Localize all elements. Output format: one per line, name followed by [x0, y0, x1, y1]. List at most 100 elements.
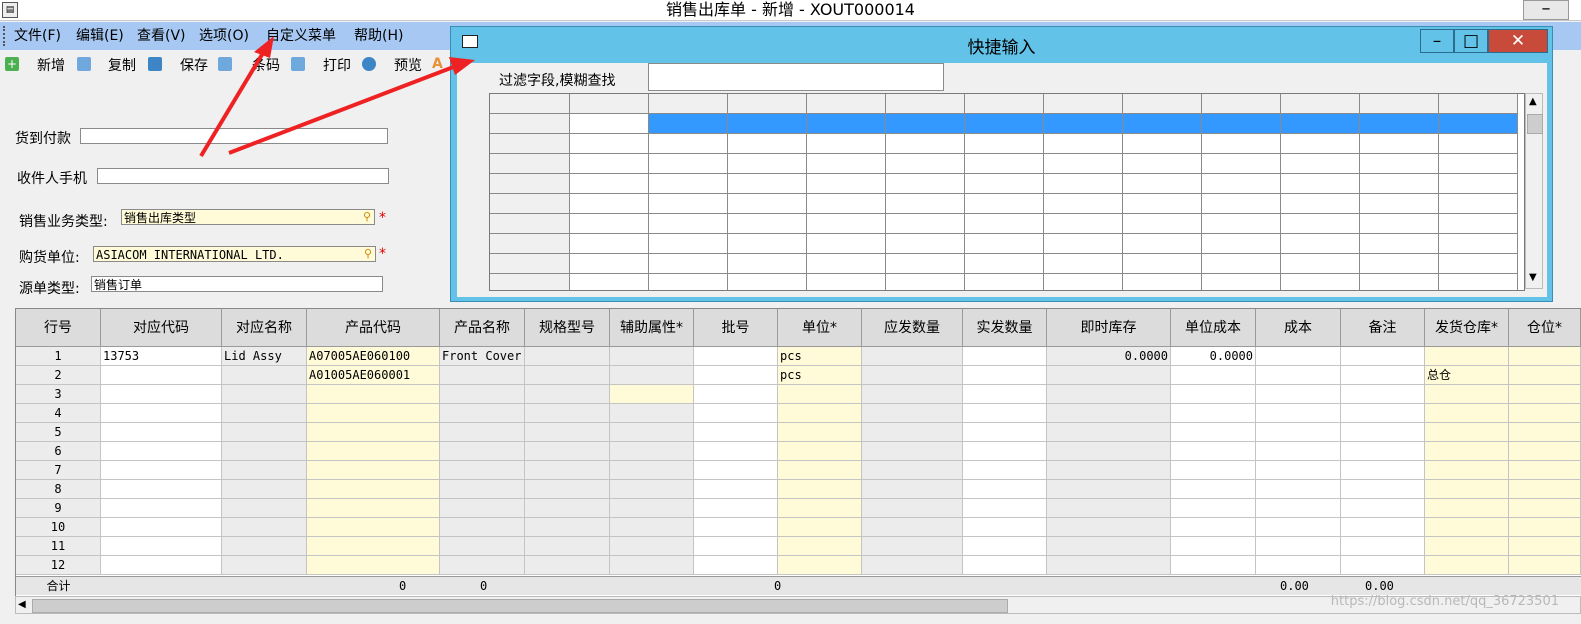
grid-cell[interactable] — [1509, 480, 1581, 499]
grid-cell[interactable] — [101, 423, 222, 442]
lookup-cell[interactable] — [886, 114, 965, 134]
grid-cell[interactable]: 13753 — [101, 347, 222, 366]
grid-header-cell[interactable]: 发货仓库* — [1425, 309, 1509, 347]
grid-cell[interactable] — [1341, 442, 1425, 461]
grid-cell[interactable]: 0.0000 — [1047, 347, 1171, 366]
phone-input[interactable] — [97, 168, 389, 184]
lookup-cell[interactable] — [1281, 234, 1360, 254]
grid-header-cell[interactable]: 产品代码 — [307, 309, 440, 347]
grid-cell[interactable]: A07005AE060100 — [307, 347, 440, 366]
scroll-thumb[interactable] — [32, 599, 1008, 613]
lookup-cell[interactable] — [965, 274, 1044, 290]
grid-header-cell[interactable]: 规格型号 — [525, 309, 610, 347]
grid-cell[interactable] — [1256, 461, 1341, 480]
grid-cell[interactable] — [862, 499, 963, 518]
lookup-row-header[interactable] — [490, 154, 570, 174]
grid-cell[interactable] — [440, 385, 525, 404]
grid-cell[interactable] — [778, 480, 862, 499]
grid-cell[interactable] — [1425, 423, 1509, 442]
lookup-cell[interactable] — [1044, 274, 1123, 290]
lookup-row-header[interactable] — [490, 134, 570, 154]
grid-cell[interactable] — [1256, 499, 1341, 518]
grid-cell[interactable] — [778, 556, 862, 575]
lookup-cell[interactable] — [1202, 254, 1281, 274]
grid-cell[interactable] — [222, 499, 307, 518]
lookup-header-cell[interactable] — [728, 94, 807, 114]
lookup-cell[interactable] — [1439, 254, 1518, 274]
grid-cell[interactable] — [440, 556, 525, 575]
lookup-cell[interactable] — [1044, 234, 1123, 254]
lookup-cell[interactable] — [965, 254, 1044, 274]
grid-header-cell[interactable]: 应发数量 — [862, 309, 963, 347]
grid-cell[interactable] — [525, 461, 610, 480]
grid-cell[interactable] — [101, 556, 222, 575]
grid-cell[interactable] — [1509, 366, 1581, 385]
lookup-cell[interactable] — [1360, 274, 1439, 290]
grid-cell[interactable] — [1509, 499, 1581, 518]
lookup-header-cell[interactable] — [1044, 94, 1123, 114]
grid-cell[interactable] — [440, 537, 525, 556]
grid-cell[interactable]: A01005AE060001 — [307, 366, 440, 385]
lookup-cell[interactable] — [728, 214, 807, 234]
grid-cell[interactable] — [101, 518, 222, 537]
grid-cell[interactable] — [694, 366, 778, 385]
grid-cell[interactable] — [101, 461, 222, 480]
grid-header-cell[interactable]: 备注 — [1341, 309, 1425, 347]
grid-cell[interactable] — [610, 499, 694, 518]
grid-cell[interactable] — [1425, 537, 1509, 556]
lookup-cell[interactable] — [886, 254, 965, 274]
grid-cell[interactable] — [525, 404, 610, 423]
grid-cell[interactable] — [694, 423, 778, 442]
grid-cell[interactable] — [610, 442, 694, 461]
grid-cell[interactable] — [1425, 442, 1509, 461]
grid-cell[interactable] — [1256, 442, 1341, 461]
lookup-row-header[interactable] — [490, 174, 570, 194]
grid-cell[interactable] — [307, 442, 440, 461]
grid-header-cell[interactable]: 批号 — [694, 309, 778, 347]
grid-cell[interactable] — [1047, 404, 1171, 423]
lookup-cell[interactable] — [807, 234, 886, 254]
grid-cell[interactable] — [1509, 347, 1581, 366]
lookup-cell[interactable] — [1202, 134, 1281, 154]
grid-header-cell[interactable]: 仓位* — [1509, 309, 1581, 347]
lookup-cell[interactable] — [728, 254, 807, 274]
dialog-maximize-button[interactable]: □ — [1454, 29, 1488, 53]
lookup-header-cell[interactable] — [807, 94, 886, 114]
lookup-icon[interactable]: ⚲ — [360, 211, 374, 223]
lookup-cell[interactable] — [886, 274, 965, 290]
grid-cell[interactable] — [1509, 442, 1581, 461]
lookup-cell[interactable] — [1281, 154, 1360, 174]
lookup-cell[interactable] — [807, 194, 886, 214]
grid-cell[interactable] — [1171, 385, 1256, 404]
lookup-cell[interactable] — [728, 154, 807, 174]
dialog-close-button[interactable]: ✕ — [1488, 29, 1548, 53]
lookup-cell[interactable] — [728, 234, 807, 254]
lookup-cell[interactable] — [965, 114, 1044, 134]
grid-cell[interactable] — [694, 518, 778, 537]
grid-cell[interactable] — [1256, 385, 1341, 404]
grid-cell[interactable] — [1425, 404, 1509, 423]
grid-cell[interactable] — [1047, 366, 1171, 385]
lookup-cell[interactable] — [1044, 174, 1123, 194]
grid-cell[interactable] — [440, 366, 525, 385]
grid-header-cell[interactable]: 成本 — [1256, 309, 1341, 347]
grid-cell[interactable] — [525, 499, 610, 518]
grid-cell[interactable] — [440, 461, 525, 480]
grid-cell[interactable] — [525, 442, 610, 461]
grid-cell[interactable]: pcs — [778, 366, 862, 385]
lookup-cell[interactable] — [1123, 114, 1202, 134]
lookup-cell[interactable] — [728, 274, 807, 290]
grid-cell[interactable] — [1509, 385, 1581, 404]
grid-cell[interactable] — [610, 461, 694, 480]
grid-cell[interactable] — [1341, 385, 1425, 404]
grid-cell[interactable] — [1171, 518, 1256, 537]
lookup-icon[interactable]: ⚲ — [361, 248, 375, 260]
lookup-header-cell[interactable] — [490, 94, 570, 114]
lookup-cell[interactable] — [1439, 174, 1518, 194]
entry-grid[interactable]: 行号 对应代码 对应名称 产品代码 产品名称 规格型号 辅助属性* 批号 单位* 应发数量 实发数量… — [15, 308, 1581, 598]
grid-cell[interactable] — [1171, 442, 1256, 461]
grid-cell[interactable] — [1256, 404, 1341, 423]
grid-cell[interactable] — [222, 423, 307, 442]
grid-cell[interactable] — [963, 499, 1047, 518]
lookup-cell[interactable] — [1360, 134, 1439, 154]
